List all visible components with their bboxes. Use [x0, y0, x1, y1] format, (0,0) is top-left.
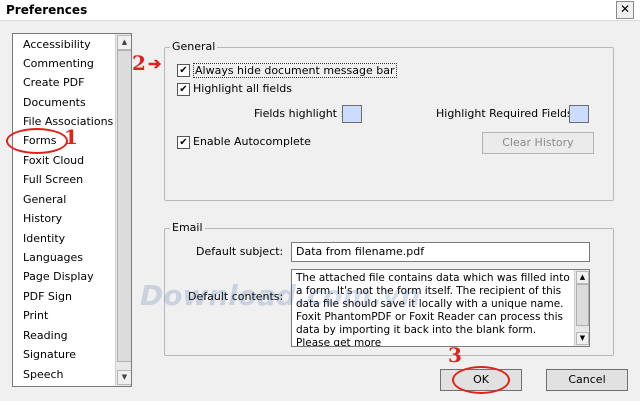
category-item-signature[interactable]: Signature — [23, 346, 76, 364]
scroll-up-icon[interactable]: ▲ — [117, 35, 131, 50]
contents-scroll-down-icon[interactable]: ▼ — [576, 332, 589, 345]
default-subject-label: Default subject: — [196, 245, 284, 258]
category-list[interactable]: Accessibility Commenting Create PDF Docu… — [12, 33, 132, 387]
always-hide-checkbox[interactable]: ✔ — [177, 64, 190, 77]
annotation-3: 3 — [448, 343, 462, 367]
close-icon[interactable]: ✕ — [616, 1, 634, 19]
enable-autocomplete-checkbox[interactable]: ✔ — [177, 136, 190, 149]
window-title: Preferences — [6, 3, 88, 17]
contents-scroll-thumb[interactable] — [576, 284, 589, 326]
category-item-print[interactable]: Print — [23, 307, 48, 325]
preferences-dialog: Accessibility Commenting Create PDF Docu… — [0, 21, 640, 401]
clear-history-button[interactable]: Clear History — [482, 132, 594, 154]
category-item-languages[interactable]: Languages — [23, 249, 83, 267]
annotation-1: 1 — [64, 125, 78, 149]
category-item-pdf-sign[interactable]: PDF Sign — [23, 288, 72, 306]
category-scrollbar[interactable]: ▲ ▼ — [115, 34, 131, 386]
watermark: Download.com.vn — [140, 279, 421, 312]
fields-highlight-label: Fields highlight : — [254, 107, 345, 120]
forms-highlight-ring — [6, 128, 68, 154]
enable-autocomplete-label[interactable]: Enable Autocomplete — [193, 135, 311, 148]
contents-scroll-up-icon[interactable]: ▲ — [576, 271, 589, 284]
general-group-title: General — [170, 40, 218, 53]
highlight-all-label[interactable]: Highlight all fields — [193, 82, 292, 95]
scroll-down-icon[interactable]: ▼ — [117, 370, 131, 385]
category-item-identity[interactable]: Identity — [23, 230, 65, 248]
category-item-page-display[interactable]: Page Display — [23, 268, 94, 286]
contents-scrollbar[interactable]: ▲ ▼ — [574, 270, 589, 346]
annotation-2: 2 — [132, 51, 146, 75]
category-item-speech[interactable]: Speech — [23, 366, 64, 384]
cancel-button[interactable]: Cancel — [546, 369, 628, 391]
category-item-accessibility[interactable]: Accessibility — [23, 36, 91, 54]
arrow-icon: ➔ — [148, 54, 162, 73]
email-group-title: Email — [170, 221, 205, 234]
always-hide-label[interactable]: Always hide document message bar — [193, 63, 397, 78]
default-subject-input[interactable]: Data from filename.pdf — [291, 242, 590, 262]
fields-highlight-color[interactable] — [342, 105, 362, 123]
title-bar: Preferences ✕ — [0, 0, 640, 21]
category-item-reading[interactable]: Reading — [23, 327, 68, 345]
scroll-thumb[interactable] — [117, 50, 131, 362]
highlight-required-label: Highlight Required Fields: — [436, 107, 577, 120]
highlight-all-checkbox[interactable]: ✔ — [177, 83, 190, 96]
required-fields-color[interactable] — [569, 105, 589, 123]
category-item-foxit-cloud[interactable]: Foxit Cloud — [23, 152, 84, 170]
category-item-documents[interactable]: Documents — [23, 94, 86, 112]
category-item-create-pdf[interactable]: Create PDF — [23, 74, 84, 92]
ok-highlight-ring — [452, 366, 510, 394]
category-item-history[interactable]: History — [23, 210, 62, 228]
category-item-general[interactable]: General — [23, 191, 66, 209]
category-item-commenting[interactable]: Commenting — [23, 55, 94, 73]
category-item-full-screen[interactable]: Full Screen — [23, 171, 83, 189]
